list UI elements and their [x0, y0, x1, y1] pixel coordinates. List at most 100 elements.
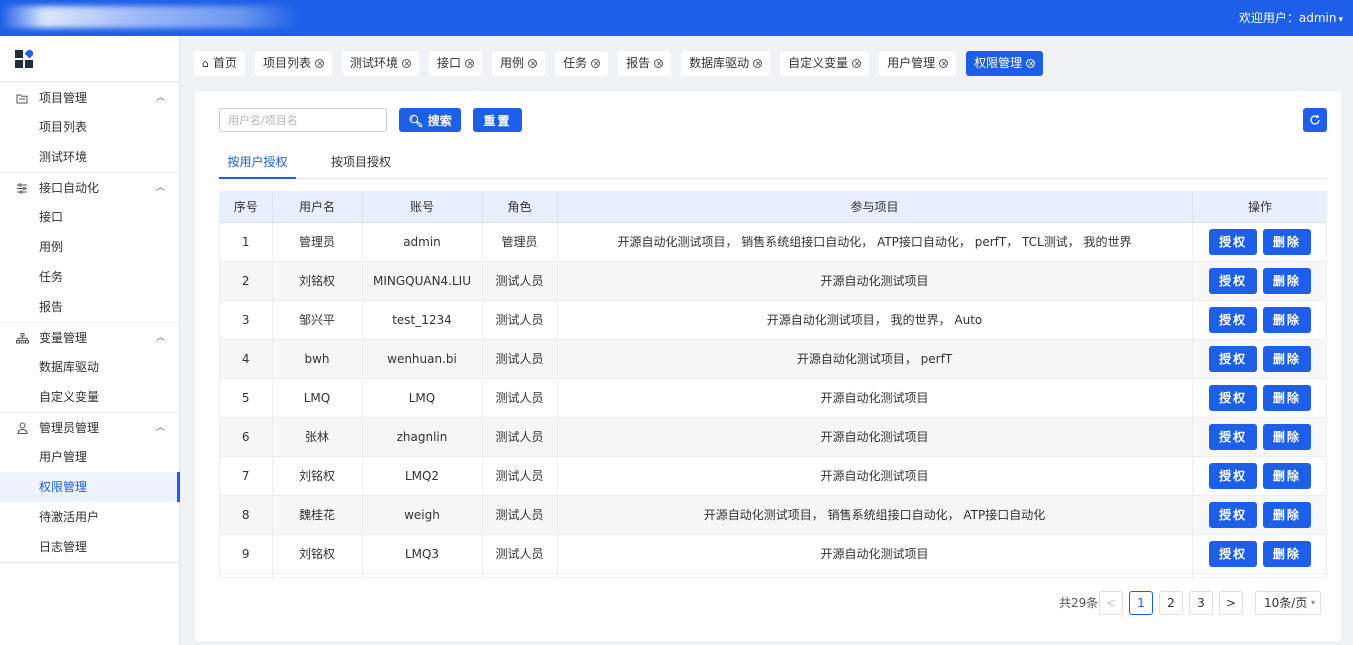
sidebar-group[interactable]: 管理员管理 ︿ [0, 412, 179, 442]
sidebar-item[interactable]: 待激活用户 [0, 502, 179, 532]
actions-cell: 授权 删除 [1192, 339, 1326, 379]
close-icon[interactable] [654, 55, 664, 73]
delete-button[interactable]: 删除 [1262, 345, 1311, 372]
close-icon[interactable] [1026, 55, 1036, 73]
table-cell: zhagnlin [362, 417, 483, 457]
table-row: 3 邹兴平 test_1234 测试人员 开源自动化测试项目， 我的世界， Auto 授… [220, 300, 1326, 340]
delete-button[interactable]: 删除 [1262, 540, 1311, 567]
close-icon[interactable] [591, 55, 601, 73]
tag-label: 用户管理 [887, 56, 936, 70]
chevron-up-icon: ︿ [155, 423, 165, 433]
table-cell: 刘铭权 [272, 261, 363, 301]
table-cell: 1 [220, 222, 273, 262]
tag-item[interactable]: 数据库驱动 [681, 51, 771, 76]
sidebar-group[interactable]: 接口自动化 ︿ [0, 172, 179, 202]
close-icon[interactable] [753, 55, 763, 73]
grant-button[interactable]: 授权 [1209, 306, 1258, 333]
tag-item[interactable]: 接口 [429, 51, 483, 76]
tab-by-project[interactable]: 按项目授权 [331, 153, 391, 179]
grant-button[interactable]: 授权 [1209, 462, 1258, 489]
sidebar-item[interactable]: 测试环境 [0, 142, 179, 172]
tag-item[interactable]: 用例 [492, 51, 546, 76]
tag-item[interactable]: 权限管理 [966, 51, 1044, 76]
table-cell: 测试人员 [482, 300, 558, 340]
delete-button[interactable]: 删除 [1262, 306, 1311, 333]
col-actions: 操作 [1192, 192, 1326, 223]
search-button[interactable]: 🔍︎ 搜索 [399, 108, 461, 132]
page-2[interactable]: 2 [1159, 591, 1183, 615]
table-cell: 开源自动化测试项目， 销售系统组接口自动化， ATP接口自动化， perfT， … [557, 222, 1193, 262]
table-row: 9 刘铭权 LMQ3 测试人员 开源自动化测试项目 授权 删除 [220, 534, 1326, 574]
table-cell: 4 [220, 339, 273, 379]
grant-button[interactable]: 授权 [1209, 345, 1258, 372]
tag-item[interactable]: 项目列表 [255, 51, 333, 76]
close-icon[interactable] [465, 55, 475, 73]
main-card: 🔍︎ 搜索 重置 按用户授权 按项目授权 序号 用户名 账号 角色 参与项目 [195, 91, 1341, 641]
page-size-select[interactable]: 10条/页 ▾ [1255, 591, 1321, 615]
actions-cell: 授权 删除 [1192, 378, 1326, 418]
delete-button[interactable]: 删除 [1262, 228, 1311, 255]
sidebar-item[interactable]: 项目列表 [0, 112, 179, 142]
table-cell: 管理员 [272, 222, 363, 262]
search-input[interactable] [219, 108, 387, 132]
sidebar-item[interactable]: 报告 [0, 292, 179, 322]
welcome-text: 欢迎用户：admin [1238, 11, 1337, 25]
grant-button[interactable]: 授权 [1209, 540, 1258, 567]
page-3[interactable]: 3 [1189, 591, 1213, 615]
permission-table: 序号 用户名 账号 角色 参与项目 操作 1 管理员 admin 管理员 开源自动化测试… [219, 191, 1327, 578]
close-icon[interactable] [939, 55, 949, 73]
delete-button[interactable]: 删除 [1262, 501, 1311, 528]
tag-item[interactable]: 报告 [618, 51, 672, 76]
sidebar-group[interactable]: 项目管理 ︿ [0, 82, 179, 112]
delete-button[interactable]: 删除 [1262, 384, 1311, 411]
chevron-down-icon: ▾ [1310, 598, 1315, 607]
tag-item[interactable]: 用户管理 [879, 51, 957, 76]
grant-button[interactable]: 授权 [1209, 267, 1258, 294]
sidebar-item[interactable]: 数据库驱动 [0, 352, 179, 382]
sidebar-item[interactable]: 接口 [0, 202, 179, 232]
grant-button[interactable]: 授权 [1209, 501, 1258, 528]
table-cell: bwh [272, 339, 363, 379]
sidebar-item[interactable]: 日志管理 [0, 532, 179, 562]
sidebar-item[interactable]: 自定义变量 [0, 382, 179, 412]
sidebar-item[interactable]: 权限管理 [0, 472, 180, 502]
table-cell: 9 [220, 534, 273, 574]
grant-button[interactable]: 授权 [1209, 228, 1258, 255]
table-cell: 魏桂花 [272, 495, 363, 535]
tab-by-user[interactable]: 按用户授权 [219, 153, 296, 179]
table-cell: 邹兴平 [272, 300, 363, 340]
close-icon[interactable] [852, 55, 862, 73]
reset-button[interactable]: 重置 [473, 108, 522, 132]
close-icon[interactable] [528, 55, 538, 73]
next-page-button[interactable]: > [1219, 591, 1243, 615]
table-cell: 测试人员 [482, 378, 558, 418]
close-icon[interactable] [402, 55, 412, 73]
sidebar-item[interactable]: 用户管理 [0, 442, 179, 472]
actions-cell: 授权 删除 [1192, 300, 1326, 340]
refresh-button[interactable] [1303, 108, 1327, 132]
tag-item[interactable]: 自定义变量 [780, 51, 870, 76]
sidebar-group[interactable]: 变量管理 ︿ [0, 322, 179, 352]
tag-home[interactable]: ⌂ 首页 [194, 51, 245, 76]
sidebar-item[interactable]: 用例 [0, 232, 179, 262]
chevron-down-icon: ▾ [1338, 15, 1343, 25]
tag-label: 用例 [500, 56, 525, 70]
user-menu[interactable]: 欢迎用户：admin ▾ [1239, 0, 1343, 36]
chevron-up-icon: ︿ [155, 93, 165, 103]
table-cell: 张林 [272, 417, 363, 457]
page-1[interactable]: 1 [1129, 591, 1153, 615]
table-cell: 开源自动化测试项目， perfT [557, 339, 1193, 379]
table-cell: 刘铭权 [272, 534, 363, 574]
sidebar-item[interactable]: 任务 [0, 262, 179, 292]
grant-button[interactable]: 授权 [1209, 423, 1258, 450]
sidebar-group-label: 变量管理 [39, 331, 88, 345]
close-icon[interactable] [315, 55, 325, 73]
grant-button[interactable]: 授权 [1209, 384, 1258, 411]
prev-page-button[interactable]: < [1099, 591, 1123, 615]
delete-button[interactable]: 删除 [1262, 267, 1311, 294]
tag-item[interactable]: 测试环境 [342, 51, 420, 76]
actions-cell: 授权 删除 [1192, 456, 1326, 496]
delete-button[interactable]: 删除 [1262, 462, 1311, 489]
tag-item[interactable]: 任务 [555, 51, 609, 76]
delete-button[interactable]: 删除 [1262, 423, 1311, 450]
